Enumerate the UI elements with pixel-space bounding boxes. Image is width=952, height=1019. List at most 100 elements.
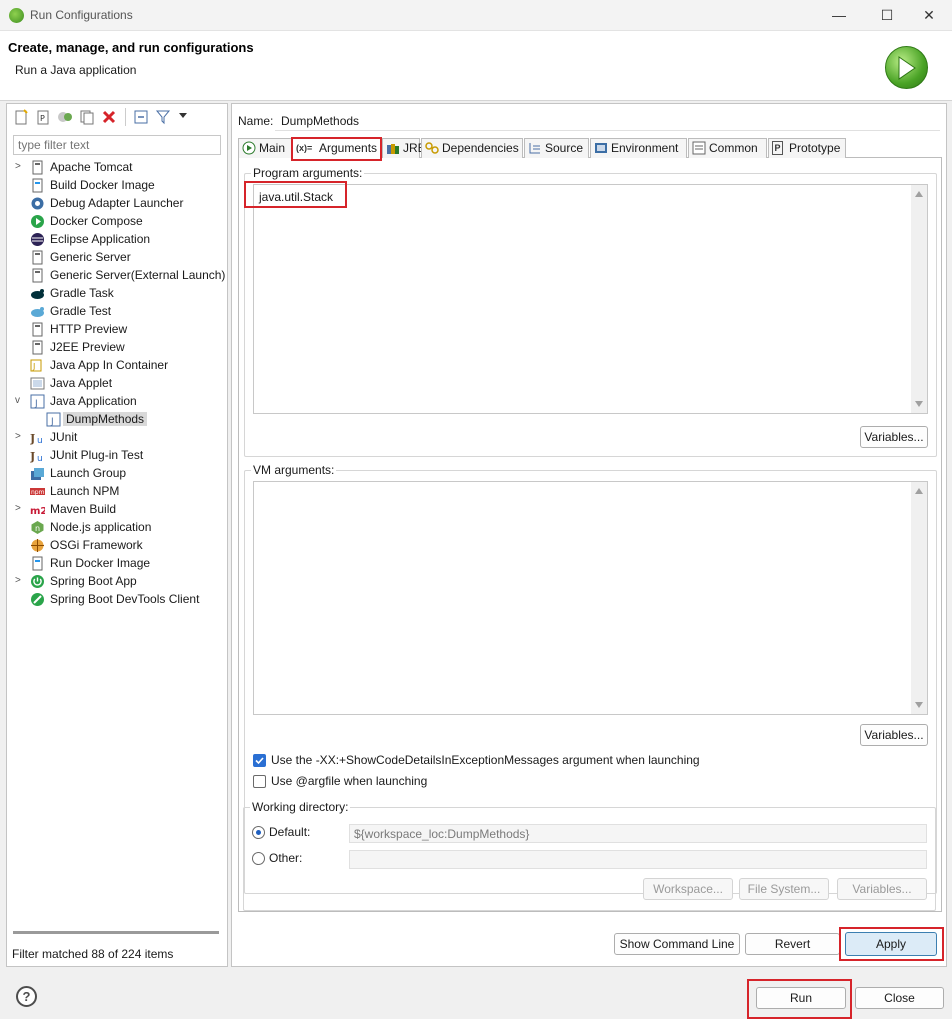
other-label: Other: [269, 851, 303, 865]
tree-item[interactable]: Launch Group [7, 465, 227, 483]
tree-item[interactable]: J DumpMethods [7, 411, 227, 429]
filter-input[interactable] [13, 135, 221, 155]
help-icon[interactable]: ? [16, 986, 37, 1007]
java-app-icon: J [30, 394, 45, 409]
workspace-button[interactable]: Workspace... [643, 878, 733, 900]
tree-item[interactable]: Docker Compose [7, 213, 227, 231]
chevron-right-icon[interactable]: > [15, 503, 25, 515]
tab-source[interactable]: Source [524, 138, 589, 158]
tab-arguments[interactable]: (x)= Arguments [292, 138, 381, 159]
filter-icon[interactable] [155, 109, 171, 125]
vm-variables-button[interactable]: Variables... [860, 724, 928, 746]
container-icon: J [30, 359, 42, 372]
tree-item[interactable]: > Spring Boot App [7, 573, 227, 591]
jre-tab-icon [387, 144, 399, 154]
chevron-right-icon[interactable]: > [15, 431, 25, 443]
tree-item-label: Maven Build [50, 502, 117, 516]
argfile-checkbox[interactable] [253, 775, 266, 788]
working-dir-variables-button[interactable]: Variables... [837, 878, 927, 900]
npm-icon: npm [30, 488, 45, 496]
program-arguments-scrollbar[interactable] [911, 185, 927, 413]
default-radio[interactable] [252, 826, 265, 839]
tree-item[interactable]: Java Applet [7, 375, 227, 393]
tree-item-label: Java App In Container [50, 358, 169, 372]
chevron-right-icon[interactable]: > [15, 161, 25, 173]
export-config-icon[interactable] [57, 109, 73, 125]
tree-item[interactable]: Spring Boot DevTools Client [7, 591, 227, 609]
tree-item[interactable]: Eclipse Application [7, 231, 227, 249]
tree-item[interactable]: J Java App In Container [7, 357, 227, 375]
tree-item-label: Run Docker Image [50, 556, 151, 570]
tab-common[interactable]: Common [688, 138, 767, 158]
tree-item[interactable]: Build Docker Image [7, 177, 227, 195]
new-config-icon[interactable] [13, 109, 29, 125]
tab-environment[interactable]: Environment [590, 138, 687, 158]
delete-icon[interactable] [101, 109, 117, 125]
file-system-button[interactable]: File System... [739, 878, 829, 900]
collapse-all-icon[interactable] [133, 109, 149, 125]
program-variables-button[interactable]: Variables... [860, 426, 928, 448]
tree-item[interactable]: Gradle Test [7, 303, 227, 321]
applet-icon [30, 377, 45, 390]
tree-item[interactable]: Gradle Task [7, 285, 227, 303]
tree-item[interactable]: npm Launch NPM [7, 483, 227, 501]
tab-main[interactable]: Main [238, 138, 292, 158]
tree-item-label: Eclipse Application [50, 232, 151, 246]
program-arguments-label: Program arguments: [251, 166, 365, 180]
tree-item[interactable]: v J Java Application [7, 393, 227, 411]
tree-item-label: Build Docker Image [50, 178, 155, 192]
tree-item[interactable]: J2EE Preview [7, 339, 227, 357]
new-prototype-icon[interactable]: P [35, 109, 51, 125]
svg-text:npm: npm [31, 489, 45, 496]
vm-arguments-textarea[interactable] [253, 481, 928, 715]
tree-item[interactable]: > Apache Tomcat [7, 159, 227, 177]
vm-arguments-scrollbar[interactable] [911, 482, 927, 714]
show-code-details-checkbox[interactable] [253, 754, 266, 767]
svg-text:J: J [50, 417, 54, 427]
tree-item[interactable]: HTTP Preview [7, 321, 227, 339]
title-bar: Run Configurations — ☐ ✕ [0, 0, 952, 31]
tree-item-label: OSGi Framework [50, 538, 143, 552]
name-field[interactable] [275, 111, 940, 131]
spring-devtools-icon [31, 593, 44, 606]
tree-item[interactable]: Debug Adapter Launcher [7, 195, 227, 213]
svg-text:n: n [35, 524, 40, 533]
nodejs-icon: n [31, 521, 44, 534]
maximize-button[interactable]: ☐ [864, 0, 910, 31]
tab-prototype[interactable]: P Prototype [768, 138, 846, 158]
spring-boot-icon [31, 575, 44, 588]
header-subtitle: Run a Java application [15, 63, 137, 77]
tree-item[interactable]: Generic Server [7, 249, 227, 267]
docker-compose-icon [31, 215, 44, 228]
minimize-button[interactable]: — [816, 0, 862, 31]
tab-dependencies[interactable]: Dependencies [421, 138, 523, 158]
chevron-down-icon[interactable]: v [15, 395, 25, 407]
default-directory-field: ${workspace_loc:DumpMethods} [349, 824, 927, 843]
tree-item[interactable]: Run Docker Image [7, 555, 227, 573]
other-directory-field[interactable] [349, 850, 927, 869]
junit-icon: Ju [30, 432, 43, 445]
close-window-button[interactable]: ✕ [906, 0, 952, 31]
horizontal-scrollbar[interactable] [13, 931, 219, 934]
tree-item[interactable]: Ju JUnit Plug-in Test [7, 447, 227, 465]
revert-button[interactable]: Revert [745, 933, 840, 955]
run-button[interactable]: Run [756, 987, 846, 1009]
apply-button[interactable]: Apply [845, 932, 937, 956]
show-command-line-button[interactable]: Show Command Line [614, 933, 740, 955]
svg-text:m2: m2 [30, 506, 45, 517]
close-button[interactable]: Close [855, 987, 944, 1009]
tree-item[interactable]: OSGi Framework [7, 537, 227, 555]
maven-icon: m2 [30, 506, 45, 517]
filter-dropdown-icon[interactable] [179, 113, 187, 119]
tree-item[interactable]: > Ju JUnit [7, 429, 227, 447]
tree-item[interactable]: n Node.js application [7, 519, 227, 537]
tab-jre[interactable]: JRE [382, 138, 426, 158]
program-arguments-textarea[interactable]: java.util.Stack [253, 184, 928, 414]
duplicate-icon[interactable] [79, 109, 95, 125]
dialog-header: Create, manage, and run configurations R… [0, 31, 952, 101]
tree-item[interactable]: > m2 Maven Build [7, 501, 227, 519]
tree-item-label: JUnit [50, 430, 78, 444]
other-radio[interactable] [252, 852, 265, 865]
chevron-right-icon[interactable]: > [15, 575, 25, 587]
tree-item[interactable]: Generic Server(External Launch) [7, 267, 227, 285]
